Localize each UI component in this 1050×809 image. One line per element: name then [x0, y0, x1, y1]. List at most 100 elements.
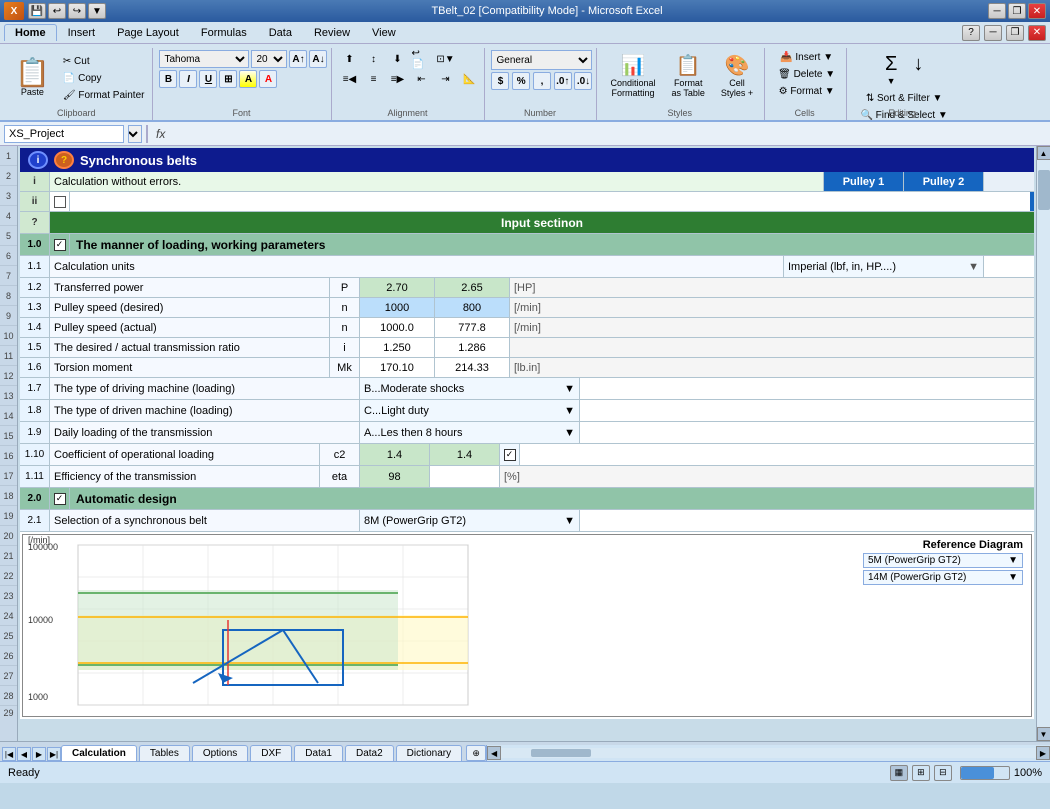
format-as-table-btn[interactable]: 📋 Format as Table [665, 50, 712, 101]
ribbon-minimize-btn[interactable]: ─ [984, 25, 1002, 41]
format-cells-btn[interactable]: ⚙ Format ▼ [775, 84, 839, 99]
section2-checkbox[interactable]: ✓ [50, 488, 70, 509]
tab-nav-last[interactable]: ▶| [47, 747, 61, 761]
horiz-thumb[interactable] [531, 749, 591, 757]
section1-checkbox[interactable]: ✓ [50, 234, 70, 255]
sum-btn[interactable]: Σ ▼ [878, 50, 904, 89]
tab-nav-first[interactable]: |◀ [2, 747, 16, 761]
row-1-2-v1[interactable]: 2.70 [360, 278, 435, 297]
increase-font-btn[interactable]: A↑ [289, 50, 307, 68]
increase-indent-btn[interactable]: ⇥ [434, 70, 456, 88]
row-2-1-dropdown[interactable]: 8M (PowerGrip GT2) ▼ [360, 510, 580, 531]
decrease-indent-btn[interactable]: ⇤ [410, 70, 432, 88]
cell-styles-btn[interactable]: 🎨 Cell Styles + [714, 50, 760, 101]
align-right-btn[interactable]: ≡▶ [386, 70, 408, 88]
scroll-up-btn[interactable]: ▲ [1037, 146, 1050, 160]
bold-btn[interactable]: B [159, 70, 177, 88]
percent-btn[interactable]: % [512, 72, 530, 90]
currency-btn[interactable]: $ [491, 72, 509, 90]
orientation-btn[interactable]: 📐 [458, 70, 480, 88]
align-bottom-btn[interactable]: ⬇ [386, 50, 408, 68]
scroll-right-btn[interactable]: ▶ [1036, 746, 1050, 760]
name-box[interactable] [4, 125, 124, 143]
horiz-track[interactable] [501, 748, 1036, 758]
decrease-font-btn[interactable]: A↓ [309, 50, 327, 68]
row-1-3-v1[interactable]: 1000 [360, 298, 435, 317]
underline-btn[interactable]: U [199, 70, 217, 88]
normal-view-btn[interactable]: ▦ [890, 765, 908, 781]
row-1-8-dropdown[interactable]: C...Light duty ▼ [360, 400, 580, 421]
row-1-10-checkbox[interactable]: ✓ [500, 444, 520, 465]
align-left-btn[interactable]: ≡◀ [338, 70, 360, 88]
row-1-10-v1[interactable]: 1.4 [360, 444, 430, 465]
chart-dropdown2[interactable]: 14M (PowerGrip GT2) ▼ [863, 570, 1023, 585]
tab-options[interactable]: Options [192, 745, 248, 761]
redo-quick-btn[interactable]: ↪ [68, 3, 86, 19]
tab-insert[interactable]: Insert [57, 24, 107, 41]
name-box-dropdown[interactable]: ▼ [128, 125, 142, 143]
minimize-btn[interactable]: ─ [988, 3, 1006, 19]
chart-dropdown1[interactable]: 5M (PowerGrip GT2) ▼ [863, 553, 1023, 568]
tab-page-layout[interactable]: Page Layout [106, 24, 190, 41]
align-top-btn[interactable]: ⬆ [338, 50, 360, 68]
row-1-2-v2[interactable]: 2.65 [435, 278, 510, 297]
tab-view[interactable]: View [361, 24, 407, 41]
scroll-down-btn[interactable]: ▼ [1037, 727, 1050, 741]
paste-btn[interactable]: 📋 Paste [8, 56, 57, 100]
scroll-left-btn[interactable]: ◀ [487, 746, 501, 760]
tab-home[interactable]: Home [4, 24, 57, 41]
row-1-9-dropdown[interactable]: A...Les then 8 hours ▼ [360, 422, 580, 443]
font-size-select[interactable]: 20 [251, 50, 287, 68]
copy-btn[interactable]: 📄 Copy [59, 71, 149, 86]
ribbon-help-btn[interactable]: ? [962, 25, 980, 41]
scroll-thumb[interactable] [1038, 170, 1050, 210]
wrap-text-btn[interactable]: ↩📄 [410, 50, 432, 68]
tab-data2[interactable]: Data2 [345, 745, 394, 761]
tab-review[interactable]: Review [303, 24, 361, 41]
undo-quick-btn[interactable]: ↩ [48, 3, 66, 19]
tab-data[interactable]: Data [258, 24, 303, 41]
border-btn[interactable]: ⊞ [219, 70, 237, 88]
row-1-1-value[interactable]: Imperial (lbf, in, HP....) ▼ [784, 256, 984, 277]
row-1-10-v2[interactable]: 1.4 [430, 444, 500, 465]
conditional-formatting-btn[interactable]: 📊 Conditional Formatting [603, 50, 662, 101]
tab-dictionary[interactable]: Dictionary [396, 745, 462, 761]
close-btn[interactable]: ✕ [1028, 3, 1046, 19]
decrease-decimal-btn[interactable]: .0↓ [574, 72, 592, 90]
scroll-track[interactable] [1037, 160, 1050, 727]
restore-btn[interactable]: ❐ [1008, 3, 1026, 19]
tab-dxf[interactable]: DXF [250, 745, 292, 761]
insert-cells-btn[interactable]: 📥 Insert ▼ [776, 50, 837, 65]
save-quick-btn[interactable]: 💾 [28, 3, 46, 19]
row-ii-checkbox[interactable] [50, 192, 70, 211]
increase-decimal-btn[interactable]: .0↑ [554, 72, 572, 90]
tab-data1[interactable]: Data1 [294, 745, 343, 761]
align-center-btn[interactable]: ≡ [362, 70, 384, 88]
add-sheet-btn[interactable]: ⊕ [466, 745, 486, 761]
font-name-select[interactable]: Tahoma [159, 50, 249, 68]
row-1-10-check[interactable]: ✓ [504, 449, 516, 461]
row-1-3-v2[interactable]: 800 [435, 298, 510, 317]
ribbon-close-btn[interactable]: ✕ [1028, 25, 1046, 41]
tab-nav-next[interactable]: ▶ [32, 747, 46, 761]
fill-btn[interactable]: ↓ [906, 50, 930, 89]
row-1-11-v1[interactable]: 98 [360, 466, 430, 487]
page-layout-view-btn[interactable]: ⊞ [912, 765, 930, 781]
page-break-view-btn[interactable]: ⊟ [934, 765, 952, 781]
font-color-btn[interactable]: A [259, 70, 277, 88]
format-painter-btn[interactable]: 🖌 Format Painter [59, 88, 149, 103]
delete-cells-btn[interactable]: 🗑 Delete ▼ [774, 67, 839, 82]
merge-btn[interactable]: ⊡▼ [434, 50, 456, 68]
section2-check[interactable]: ✓ [54, 493, 66, 505]
tab-formulas[interactable]: Formulas [190, 24, 258, 41]
tab-nav-prev[interactable]: ◀ [17, 747, 31, 761]
zoom-slider[interactable] [960, 766, 1010, 780]
section1-check[interactable]: ✓ [54, 239, 66, 251]
row-1-1-dropdown-arrow[interactable]: ▼ [968, 261, 979, 273]
sort-filter-btn[interactable]: ⇅ Sort & Filter ▼ [862, 91, 947, 106]
row-1-7-dropdown[interactable]: B...Moderate shocks ▼ [360, 378, 580, 399]
row-ii-check[interactable] [54, 196, 66, 208]
ribbon-restore-btn[interactable]: ❐ [1006, 25, 1024, 41]
fill-color-btn[interactable]: A [239, 70, 257, 88]
number-format-select[interactable]: General [491, 50, 592, 70]
